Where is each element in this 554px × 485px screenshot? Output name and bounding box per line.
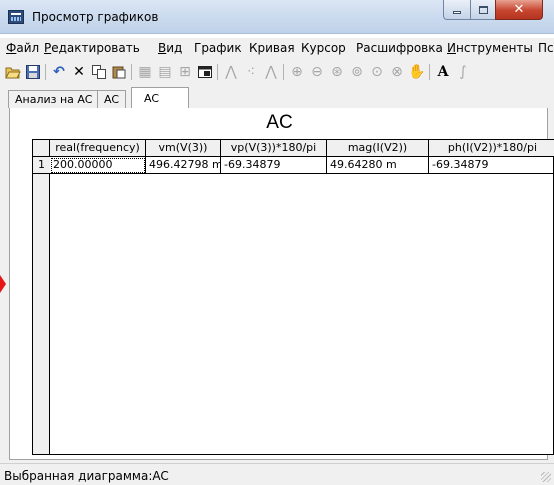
title-bar: Просмотр графиков ✕ xyxy=(0,0,554,34)
tab-ac[interactable]: AC xyxy=(97,90,127,108)
formula-icon[interactable]: ∫ xyxy=(454,63,472,81)
close-button[interactable]: ✕ xyxy=(495,0,543,20)
pan-hand-icon[interactable]: ✋ xyxy=(408,63,426,81)
delete-icon[interactable]: ✕ xyxy=(70,63,88,81)
menu-more[interactable]: Пс xyxy=(538,41,554,55)
zoom-region-icon[interactable]: ⊙ xyxy=(368,63,386,81)
menu-cursor[interactable]: Курсор xyxy=(301,41,346,55)
table-panel: AC real(frequency) vm(V(3)) vp(V(3))*180… xyxy=(9,108,554,460)
toolbar-separator xyxy=(217,64,218,80)
table-title: AC xyxy=(266,112,293,133)
minimize-icon xyxy=(453,11,461,14)
toolbar-separator xyxy=(429,64,430,80)
window-icon[interactable] xyxy=(196,63,214,81)
minimize-button[interactable] xyxy=(443,0,471,20)
open-folder-icon[interactable] xyxy=(4,63,22,81)
data-grid: real(frequency) vm(V(3)) vp(V(3))*180/pi… xyxy=(32,139,554,455)
table-icon[interactable]: ▤ xyxy=(156,63,174,81)
zoom-previous-icon[interactable]: ⊚ xyxy=(348,63,366,81)
grid-icon[interactable]: ▦ xyxy=(136,63,154,81)
window-title: Просмотр графиков xyxy=(32,10,159,24)
zoom-x-icon[interactable]: ⊗ xyxy=(388,63,406,81)
toolbar: ↶ ✕ ▦ ▤ ⊞ ⋀ ⁖ ⋀ ⊕ ⊖ ⊛ ⊚ ⊙ ⊗ ✋ A ∫ xyxy=(0,58,554,86)
line-marker-plot-icon[interactable]: ⋀ xyxy=(262,63,280,81)
column-header-ph[interactable]: ph(I(V2))*180/pi xyxy=(429,140,554,157)
column-header-frequency[interactable]: real(frequency) xyxy=(50,140,146,157)
toolbar-separator xyxy=(131,64,132,80)
toolbar-separator xyxy=(283,64,284,80)
text-annotation-icon[interactable]: A xyxy=(434,63,452,81)
menu-file[interactable]: Файл xyxy=(6,41,39,55)
splitter-marker[interactable] xyxy=(0,275,6,293)
undo-icon[interactable]: ↶ xyxy=(50,63,68,81)
scatter-plot-icon[interactable]: ⁖ xyxy=(242,63,260,81)
tab-strip: Анализ на AC AC AC xyxy=(0,86,554,109)
table-cell-ph[interactable]: -69.34879 xyxy=(429,157,554,174)
table-cell-vm[interactable]: 496.42798 m xyxy=(146,157,221,174)
tab-ac-active[interactable]: AC xyxy=(131,87,189,109)
menu-decode[interactable]: Расшифровка xyxy=(356,41,443,55)
table-cell-frequency[interactable]: 200.00000 xyxy=(50,157,146,174)
app-icon xyxy=(8,10,24,24)
content-area: AC real(frequency) vm(V(3)) vp(V(3))*180… xyxy=(0,108,554,463)
paste-icon[interactable] xyxy=(110,63,128,81)
maximize-icon xyxy=(478,5,488,14)
maximize-button[interactable] xyxy=(470,0,496,20)
save-icon[interactable] xyxy=(24,63,42,81)
menu-edit[interactable]: Редактировать xyxy=(44,41,140,55)
column-header-vp[interactable]: vp(V(3))*180/pi xyxy=(221,140,327,157)
column-header-vm[interactable]: vm(V(3)) xyxy=(146,140,221,157)
menu-tools[interactable]: Инструменты xyxy=(447,41,533,55)
toolbar-separator xyxy=(45,64,46,80)
zoom-fit-icon[interactable]: ⊛ xyxy=(328,63,346,81)
menu-bar: Файл Редактировать Вид График Кривая Кур… xyxy=(0,38,554,58)
line-plot-icon[interactable]: ⋀ xyxy=(222,63,240,81)
menu-curve[interactable]: Кривая xyxy=(249,41,295,55)
table-cell-vp[interactable]: -69.34879 xyxy=(221,157,327,174)
menu-graph[interactable]: График xyxy=(194,41,242,55)
grid-corner[interactable] xyxy=(33,140,50,157)
zoom-in-icon[interactable]: ⊕ xyxy=(288,63,306,81)
axes-icon[interactable]: ⊞ xyxy=(176,63,194,81)
status-bar: Выбранная диаграмма:AC xyxy=(0,463,554,485)
row-header-column xyxy=(33,157,50,454)
column-header-mag[interactable]: mag(I(V2)) xyxy=(327,140,429,157)
status-text: Выбранная диаграмма:AC xyxy=(4,469,169,483)
menu-view[interactable]: Вид xyxy=(158,41,182,55)
copy-icon[interactable] xyxy=(90,63,108,81)
zoom-out-icon[interactable]: ⊖ xyxy=(308,63,326,81)
row-number[interactable]: 1 xyxy=(33,157,50,174)
resize-grip-icon[interactable] xyxy=(541,472,551,482)
close-icon: ✕ xyxy=(513,2,525,17)
tab-ac-analysis[interactable]: Анализ на AC xyxy=(8,90,100,108)
table-cell-mag[interactable]: 49.64280 m xyxy=(327,157,429,174)
